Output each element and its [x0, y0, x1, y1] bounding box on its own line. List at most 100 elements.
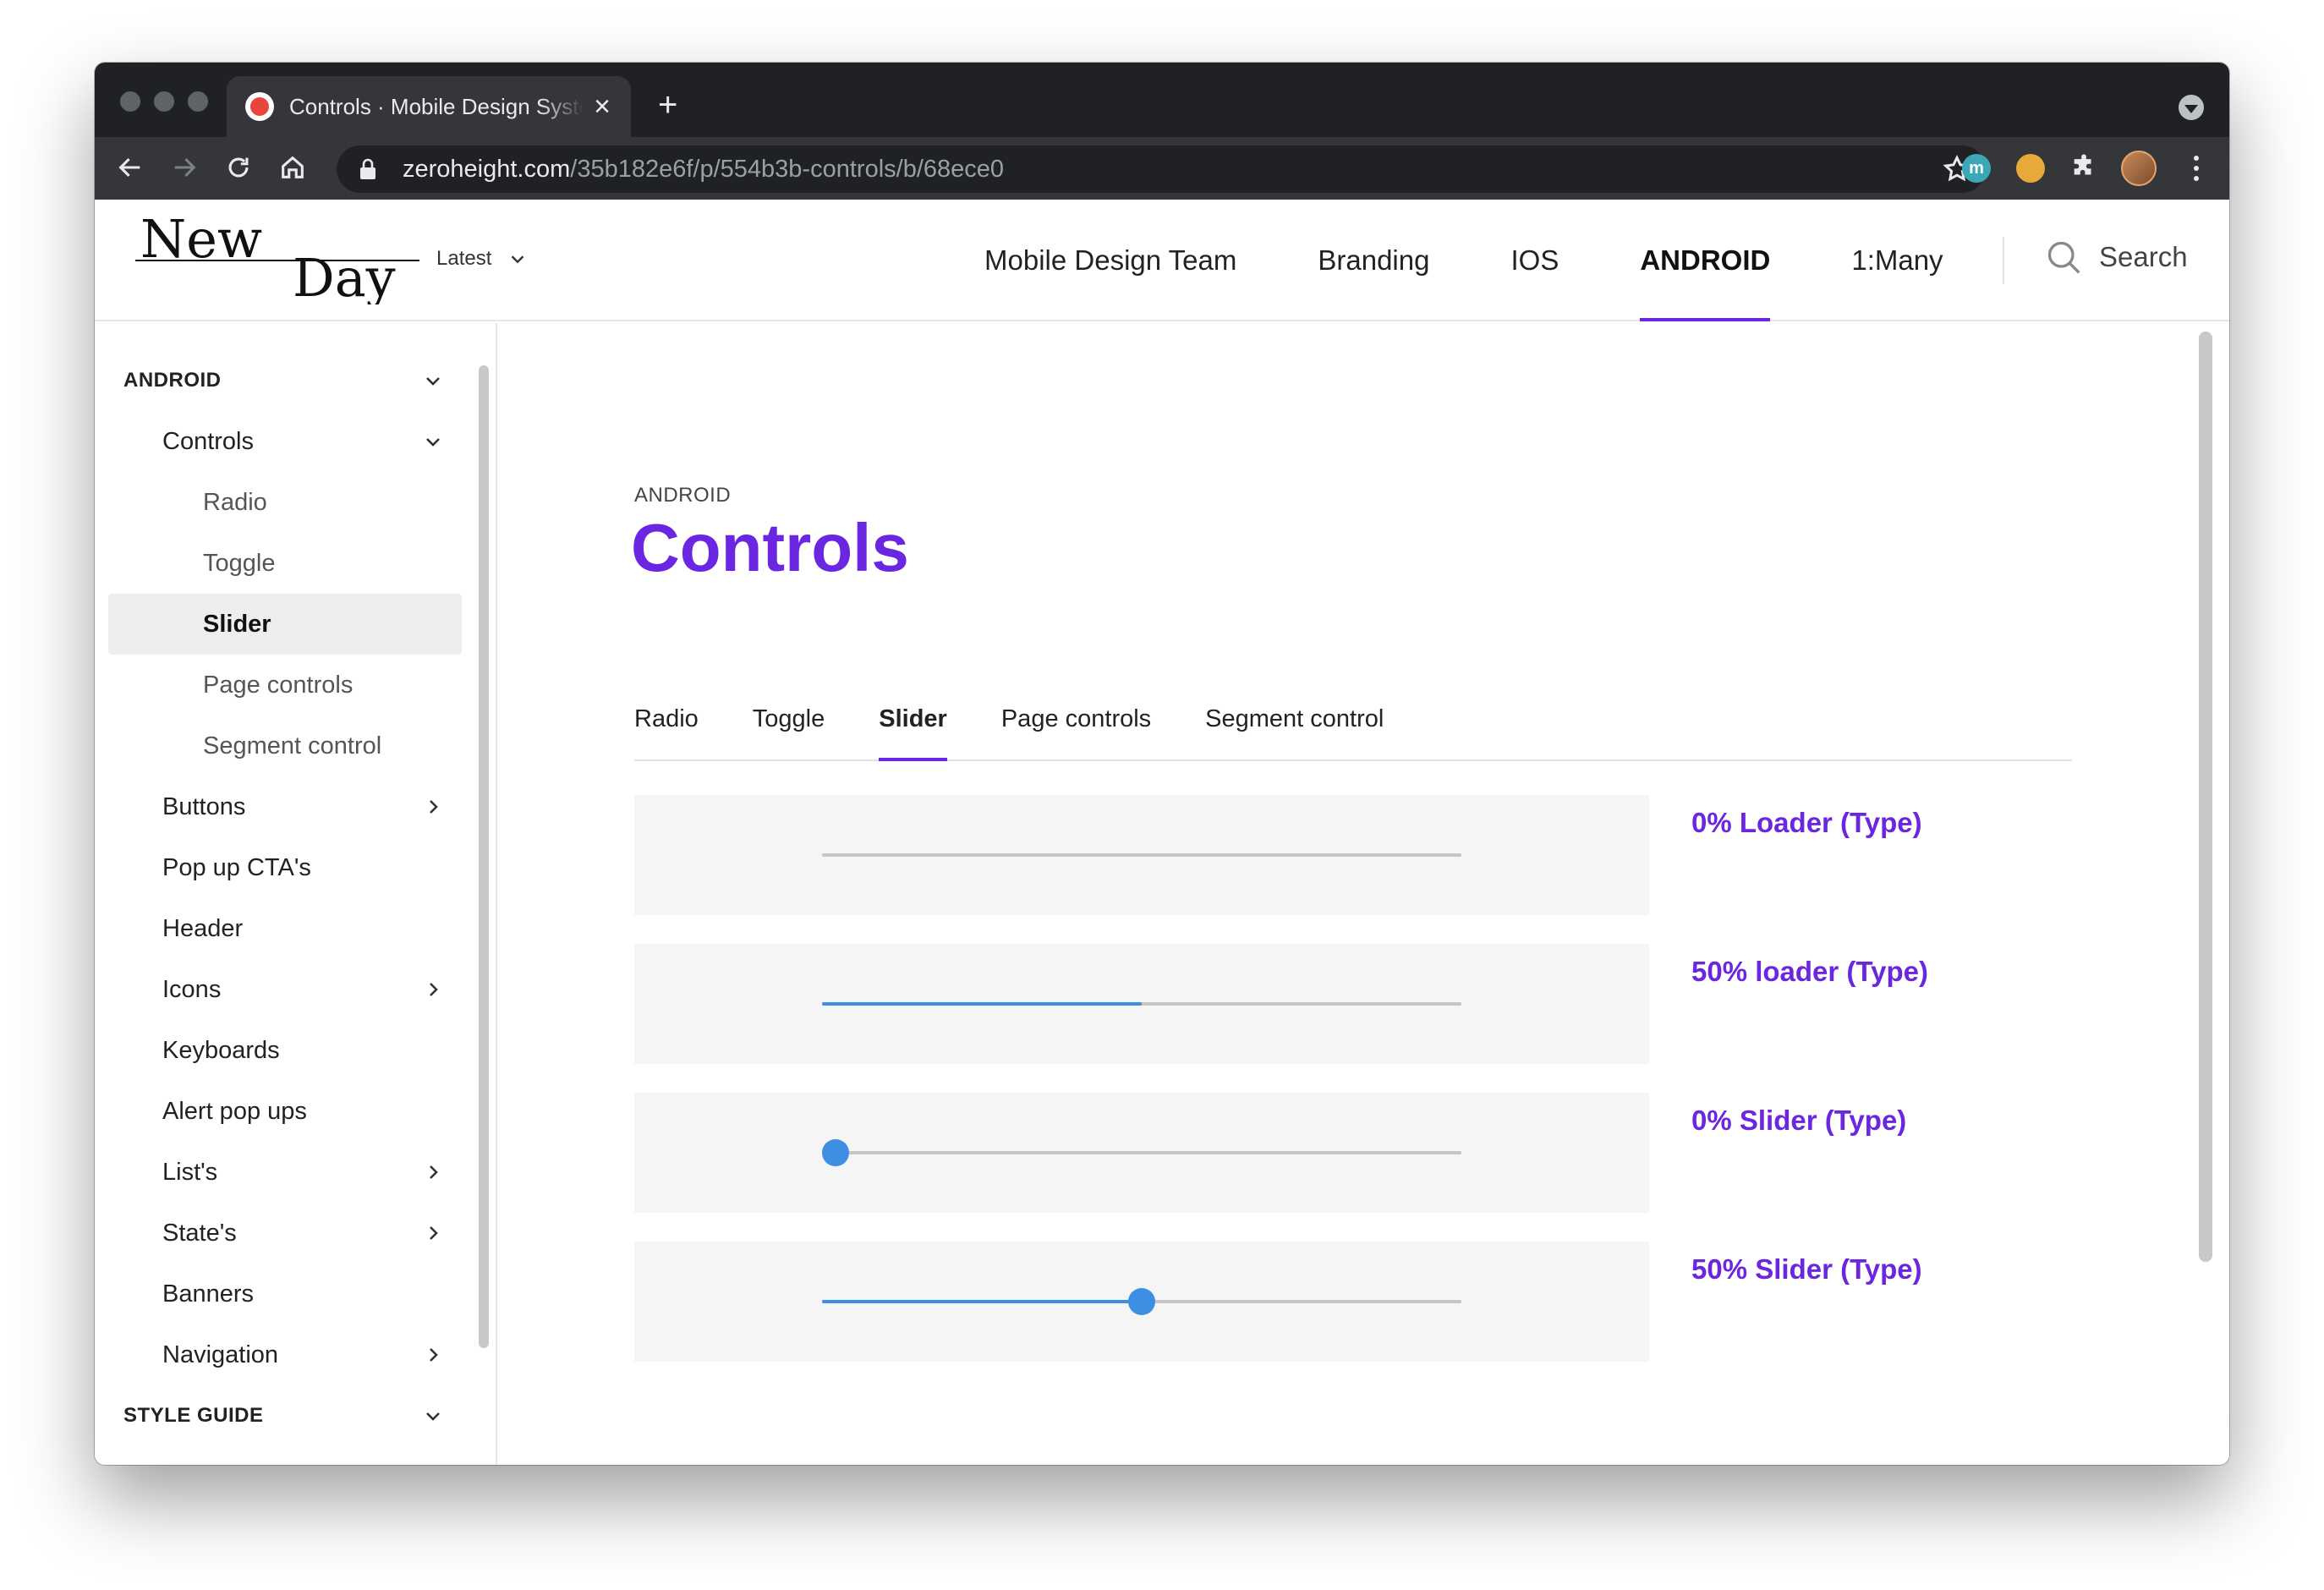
main-content: ANDROID Controls Radio Toggle Slider Pag…: [499, 323, 2229, 1465]
sidebar-item-label: Header: [162, 914, 244, 942]
sidebar-item-label: Icons: [162, 975, 222, 1003]
url-path: /35b182e6f/p/554b3b-controls/b/68ece0: [570, 155, 1005, 183]
close-tab-icon[interactable]: ×: [592, 90, 612, 123]
sidebar-item-icons[interactable]: Icons: [108, 959, 462, 1020]
browser-tab-bar: Controls · Mobile Design System × +: [95, 63, 2229, 137]
browser-window: Controls · Mobile Design System × + zero…: [95, 63, 2229, 1465]
sidebar-item-states[interactable]: State's: [108, 1203, 462, 1264]
chevron-down-icon: [512, 255, 524, 264]
slider-thumb[interactable]: [822, 1139, 849, 1166]
minimize-window-button[interactable]: [154, 91, 174, 112]
nav-android[interactable]: ANDROID: [1640, 200, 1771, 321]
sidebar-subitem-slider[interactable]: Slider: [108, 594, 462, 655]
browser-toolbar: zeroheight.com/35b182e6f/p/554b3b-contro…: [95, 137, 2229, 200]
progress-track: [822, 853, 1461, 857]
tab-page-controls[interactable]: Page controls: [1001, 678, 1151, 759]
progress-track: [822, 1002, 1461, 1006]
chevron-right-icon: [430, 1165, 438, 1179]
forward-arrow-icon[interactable]: [167, 151, 201, 184]
sidebar-subitem-toggle[interactable]: Toggle: [108, 533, 462, 594]
sidebar-item-label: Toggle: [203, 549, 276, 577]
slider-fill: [822, 1300, 1142, 1303]
sidebar-section-android[interactable]: ANDROID: [108, 350, 462, 411]
nav-mobile-design-team[interactable]: Mobile Design Team: [984, 200, 1236, 321]
browser-tab[interactable]: Controls · Mobile Design System ×: [227, 76, 631, 137]
sidebar-item-label: Alert pop ups: [162, 1097, 307, 1125]
sidebar-item-label: Slider: [203, 610, 271, 638]
sidebar-item-label: State's: [162, 1219, 237, 1247]
home-icon[interactable]: [276, 151, 310, 184]
slider-0-label: 0% Slider (Type): [1691, 1105, 1907, 1136]
sidebar-section-label: ANDROID: [123, 369, 222, 392]
sidebar-item-label: Page controls: [203, 671, 354, 699]
nav-ios[interactable]: IOS: [1510, 200, 1559, 321]
sidebar-item-label: Buttons: [162, 792, 246, 820]
content-scrollbar[interactable]: [2199, 332, 2212, 1262]
sidebar-subitem-segment-control[interactable]: Segment control: [108, 716, 462, 776]
chevron-right-icon: [430, 1348, 438, 1362]
chevron-right-icon: [430, 1226, 438, 1240]
sidebar-item-navigation[interactable]: Navigation: [108, 1324, 462, 1385]
svg-text:Day: Day: [293, 247, 396, 304]
sidebar-item-keyboards[interactable]: Keyboards: [108, 1020, 462, 1081]
sidebar-subitem-page-controls[interactable]: Page controls: [108, 655, 462, 716]
tab-radio[interactable]: Radio: [634, 678, 699, 759]
top-navigation: Mobile Design Team Branding IOS ANDROID …: [984, 200, 2025, 321]
tab-segment-control[interactable]: Segment control: [1205, 678, 1384, 759]
sidebar-item-label: Pop up CTA's: [162, 853, 311, 881]
tab-slider[interactable]: Slider: [879, 678, 947, 761]
close-window-button[interactable]: [120, 91, 140, 112]
maximize-window-button[interactable]: [188, 91, 208, 112]
chevron-down-icon: [426, 377, 440, 386]
nav-divider: [2003, 237, 2004, 284]
extensions-puzzle-icon[interactable]: [2067, 151, 2101, 184]
sidebar-item-buttons[interactable]: Buttons: [108, 776, 462, 837]
favicon-icon: [245, 92, 274, 121]
extension-coin-icon[interactable]: [2016, 154, 2045, 183]
chevron-down-icon: [426, 1412, 440, 1421]
sidebar-item-label: Radio: [203, 488, 267, 516]
chevron-down-icon: [426, 438, 440, 447]
extension-m-icon[interactable]: m: [1962, 154, 1991, 183]
sidebar-item-lists[interactable]: List's: [108, 1142, 462, 1203]
sidebar-section-label: STYLE GUIDE: [123, 1404, 264, 1427]
sidebar-item-label: Navigation: [162, 1341, 279, 1368]
slider-track: [822, 1288, 1461, 1315]
nav-one-to-many[interactable]: 1:Many: [1851, 200, 1943, 321]
slider-track: [822, 1139, 1461, 1166]
sidebar-item-label: Segment control: [203, 732, 382, 759]
new-day-logo[interactable]: New Day: [135, 211, 423, 304]
chevron-right-icon: [430, 800, 438, 814]
address-bar[interactable]: zeroheight.com/35b182e6f/p/554b3b-contro…: [337, 145, 1986, 193]
sidebar-item-header[interactable]: Header: [108, 898, 462, 959]
browser-menu-icon[interactable]: [2194, 156, 2199, 181]
sidebar-item-controls[interactable]: Controls: [108, 411, 462, 472]
tab-title: Controls · Mobile Design System: [289, 93, 584, 119]
tab-search-icon[interactable]: [2179, 95, 2204, 120]
nav-branding[interactable]: Branding: [1318, 200, 1429, 321]
new-tab-icon[interactable]: +: [658, 88, 677, 122]
profile-avatar[interactable]: [2121, 151, 2157, 186]
search-button[interactable]: Search: [2045, 238, 2188, 276]
sidebar-item-pop-up-ctas[interactable]: Pop up CTA's: [108, 837, 462, 898]
loader-50-preview: [634, 944, 1649, 1064]
version-dropdown[interactable]: Latest: [436, 247, 527, 271]
sidebar-item-label: Controls: [162, 427, 254, 455]
site-header: New Day Latest Mobile Design Team Brandi…: [95, 200, 2229, 321]
sidebar-item-alert-pop-ups[interactable]: Alert pop ups: [108, 1081, 462, 1142]
url-text: zeroheight.com/35b182e6f/p/554b3b-contro…: [403, 156, 1004, 184]
sidebar-subitem-radio[interactable]: Radio: [108, 472, 462, 533]
sidebar-scrollbar[interactable]: [479, 365, 489, 1348]
loader-0-preview: [634, 795, 1649, 915]
reload-icon[interactable]: [222, 151, 255, 184]
lock-icon: [360, 158, 375, 179]
url-host: zeroheight.com: [403, 155, 571, 183]
back-arrow-icon[interactable]: [113, 151, 147, 184]
slider-50-preview: [634, 1242, 1649, 1362]
slider-thumb[interactable]: [1128, 1288, 1155, 1315]
sidebar-section-style-guide[interactable]: STYLE GUIDE: [108, 1385, 462, 1446]
sidebar-item-label: Keyboards: [162, 1036, 280, 1064]
tab-toggle[interactable]: Toggle: [753, 678, 825, 759]
page-eyebrow: ANDROID: [634, 484, 732, 507]
sidebar-item-banners[interactable]: Banners: [108, 1264, 462, 1324]
